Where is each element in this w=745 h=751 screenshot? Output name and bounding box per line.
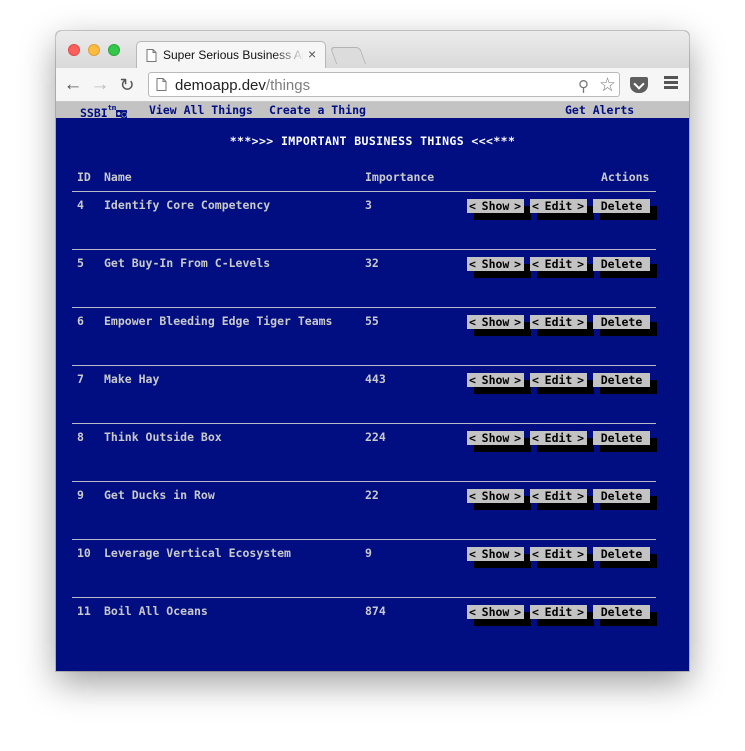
app-nav-bar: SSBItm◘◙ View All Things Create a Thing … xyxy=(56,102,689,120)
row-importance: 3 xyxy=(365,198,372,212)
header-importance: Importance xyxy=(365,170,435,184)
header-id: ID xyxy=(77,170,91,184)
row-id: 7 xyxy=(77,372,84,386)
reload-icon[interactable]: ↻ xyxy=(116,74,138,96)
table-row: 8 Think Outside Box 224 < Show > < Edit > De… xyxy=(56,424,689,482)
row-name: Get Ducks in Row xyxy=(104,488,215,502)
nav-view-all-things[interactable]: View All Things xyxy=(149,102,253,118)
row-id: 11 xyxy=(77,604,91,618)
tab-strip: Super Serious Business Ap × xyxy=(56,31,689,68)
table-row: 6 Empower Bleeding Edge Tiger Teams 55 <… xyxy=(56,308,689,366)
back-arrow-icon[interactable]: ← xyxy=(62,74,84,96)
row-id: 4 xyxy=(77,198,84,212)
browser-window: Super Serious Business Ap × ← → ↻ demoap… xyxy=(56,31,689,671)
edit-button[interactable]: < Edit > xyxy=(530,257,587,271)
delete-button[interactable]: Delete xyxy=(593,199,650,213)
row-id: 8 xyxy=(77,430,84,444)
row-importance: 224 xyxy=(365,430,386,444)
table-row: 10 Leverage Vertical Ecosystem 9 < Show > … xyxy=(56,540,689,598)
row-name: Empower Bleeding Edge Tiger Teams xyxy=(104,314,333,328)
row-importance: 9 xyxy=(365,546,372,560)
nav-create-a-thing[interactable]: Create a Thing xyxy=(269,102,366,118)
show-button[interactable]: < Show > xyxy=(467,373,524,387)
delete-button[interactable]: Delete xyxy=(593,431,650,445)
row-importance: 55 xyxy=(365,314,379,328)
delete-button[interactable]: Delete xyxy=(593,489,650,503)
table-row: 9 Get Ducks in Row 22 < Show > < Edit > Dele… xyxy=(56,482,689,540)
delete-button[interactable]: Delete xyxy=(593,315,650,329)
row-importance: 874 xyxy=(365,604,386,618)
delete-button[interactable]: Delete xyxy=(593,373,650,387)
search-icon[interactable]: ⚲ xyxy=(578,77,589,95)
edit-button[interactable]: < Edit > xyxy=(530,199,587,213)
delete-button[interactable]: Delete xyxy=(593,547,650,561)
row-name: Make Hay xyxy=(104,372,160,386)
page-title: ***>>> IMPORTANT BUSINESS THINGS <<<*** xyxy=(229,134,516,148)
row-importance: 32 xyxy=(365,256,379,270)
document-icon xyxy=(146,49,157,67)
show-button[interactable]: < Show > xyxy=(467,257,524,271)
edit-button[interactable]: < Edit > xyxy=(530,605,587,619)
show-button[interactable]: < Show > xyxy=(467,489,524,503)
pocket-icon[interactable] xyxy=(630,77,648,93)
edit-button[interactable]: < Edit > xyxy=(530,431,587,445)
show-button[interactable]: < Show > xyxy=(467,199,524,213)
table-row: 5 Get Buy-In From C-Levels 32 < Show > < Ed… xyxy=(56,250,689,308)
header-actions: Actions xyxy=(601,170,650,184)
row-id: 10 xyxy=(77,546,91,560)
table-row: 11 Boil All Oceans 874 < Show > < Edit > Del… xyxy=(56,598,689,656)
delete-button[interactable]: Delete xyxy=(593,605,650,619)
edit-button[interactable]: < Edit > xyxy=(530,489,587,503)
minimize-window-button[interactable] xyxy=(88,44,100,56)
row-name: Get Buy-In From C-Levels xyxy=(104,256,271,270)
close-tab-icon[interactable]: × xyxy=(308,46,316,62)
row-name: Boil All Oceans xyxy=(104,604,208,618)
show-button[interactable]: < Show > xyxy=(467,431,524,445)
browser-tab[interactable]: Super Serious Business Ap × xyxy=(136,41,326,68)
row-id: 5 xyxy=(77,256,84,270)
close-window-button[interactable] xyxy=(68,44,80,56)
edit-button[interactable]: < Edit > xyxy=(530,373,587,387)
show-button[interactable]: < Show > xyxy=(467,605,524,619)
row-name: Identify Core Competency xyxy=(104,198,271,212)
show-button[interactable]: < Show > xyxy=(467,315,524,329)
edit-button[interactable]: < Edit > xyxy=(530,547,587,561)
row-name: Think Outside Box xyxy=(104,430,222,444)
url-text[interactable]: demoapp.dev/things xyxy=(175,77,310,94)
things-page: ***>>> IMPORTANT BUSINESS THINGS <<<*** … xyxy=(56,118,689,671)
browser-toolbar: ← → ↻ demoapp.dev/things ⚲ ☆ xyxy=(56,68,689,102)
row-id: 6 xyxy=(77,314,84,328)
table-row: 7 Make Hay 443 < Show > < Edit > Delete xyxy=(56,366,689,424)
row-name: Leverage Vertical Ecosystem xyxy=(104,546,291,560)
header-name: Name xyxy=(104,170,132,184)
show-button[interactable]: < Show > xyxy=(467,547,524,561)
row-id: 9 xyxy=(77,488,84,502)
page-icon xyxy=(156,78,167,96)
nav-get-alerts[interactable]: Get Alerts xyxy=(565,102,634,118)
table-row: 4 Identify Core Competency 3 < Show > < Edi… xyxy=(56,192,689,250)
edit-button[interactable]: < Edit > xyxy=(530,315,587,329)
delete-button[interactable]: Delete xyxy=(593,257,650,271)
row-importance: 443 xyxy=(365,372,386,386)
new-tab-button[interactable] xyxy=(329,47,367,64)
forward-arrow-icon[interactable]: → xyxy=(89,74,111,96)
address-bar[interactable]: demoapp.dev/things ⚲ ☆ xyxy=(148,72,620,97)
menu-icon[interactable] xyxy=(664,76,678,92)
maximize-window-button[interactable] xyxy=(108,44,120,56)
bookmark-star-icon[interactable]: ☆ xyxy=(599,74,616,97)
row-importance: 22 xyxy=(365,488,379,502)
